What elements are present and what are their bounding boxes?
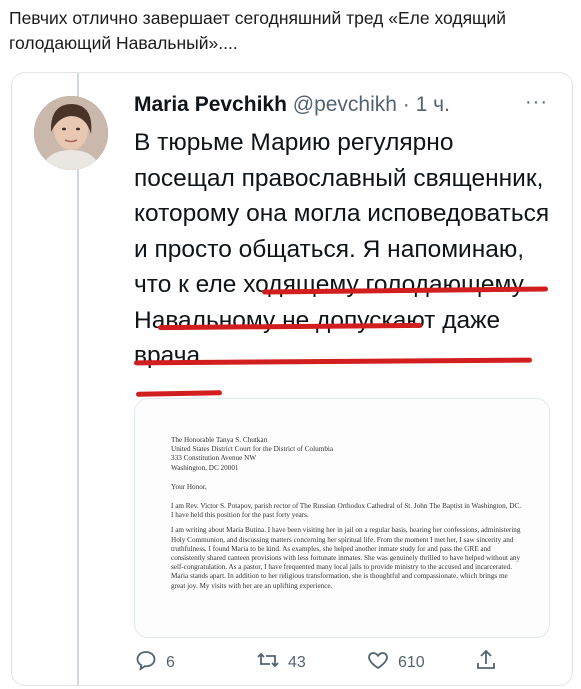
separator: · [402,93,410,116]
doc-paragraph-1: I am Rev. Victor S. Potapov, parish rect… [171,502,522,520]
tweet-header: Maria Pevchikh @pevchikh · 1 ч. [134,93,450,117]
timestamp[interactable]: 1 ч. [416,93,450,116]
embedded-tweet[interactable]: Maria Pevchikh @pevchikh · 1 ч. ··· В тю… [11,72,573,686]
underline-4 [135,390,223,397]
doc-address-4: Washington, DC 20001 [171,463,239,472]
reply-button[interactable]: 6 [134,648,175,677]
tweet-actions: 6 43 610 [134,648,554,678]
retweet-icon [256,648,280,677]
avatar[interactable] [34,96,108,170]
retweet-button[interactable]: 43 [256,648,306,677]
author-name[interactable]: Maria Pevchikh [134,93,287,116]
more-options-icon[interactable]: ··· [525,91,548,114]
like-button[interactable]: 610 [366,648,425,677]
doc-salutation: Your Honor, [171,482,207,491]
doc-address-2: United States District Court for the Dis… [171,445,334,454]
doc-address-3: 333 Constitution Avenue NW [171,454,257,463]
doc-address-1: The Honorable Tanya S. Chutkan [171,436,268,444]
retweet-count: 43 [288,653,306,671]
doc-paragraph-2: I am writing about Maria Butina. I have … [171,526,521,590]
like-count: 610 [398,653,425,671]
reply-count: 6 [166,653,175,671]
attached-document-image[interactable]: The Honorable Tanya S. Chutkan United St… [134,398,550,638]
document-text: The Honorable Tanya S. Chutkan United St… [171,436,523,597]
tweet-text: В тюрьме Марию регулярно посещал правосл… [134,129,550,369]
share-button[interactable] [474,648,498,677]
share-icon [474,648,498,677]
author-handle[interactable]: @pevchikh [293,93,397,116]
heart-icon [366,648,390,677]
reply-icon [134,648,158,677]
post-caption: Певчих отлично завершает сегодняшний тре… [9,8,507,53]
